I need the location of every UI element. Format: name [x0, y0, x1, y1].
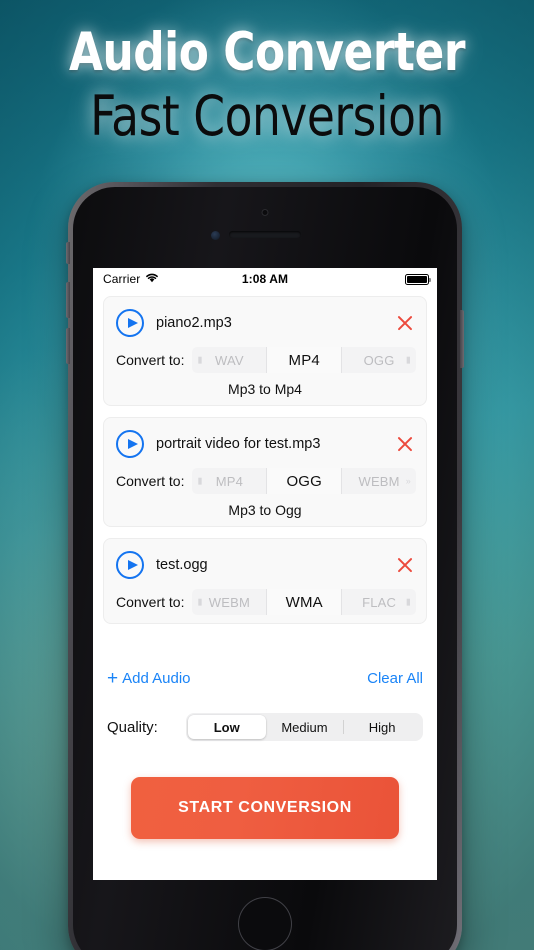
list-actions: + Add Audio Clear All	[93, 660, 437, 693]
file-name-label: portrait video for test.mp3	[156, 436, 321, 452]
format-option-left[interactable]: ▮ MP4	[192, 468, 266, 494]
file-card: piano2.mp3 Convert to: ▮ WAV MP4 OGG ▮ M…	[103, 296, 427, 406]
file-card-header: test.ogg	[114, 549, 416, 589]
close-x-icon[interactable]	[396, 435, 414, 453]
format-picker[interactable]: ▮ WAV MP4 OGG ▮	[192, 347, 416, 373]
convert-to-label: Convert to:	[116, 594, 185, 610]
format-option-right-label: WEBM	[358, 473, 400, 489]
close-x-icon[interactable]	[396, 556, 414, 574]
file-name-label: test.ogg	[156, 557, 208, 573]
file-name-label: piano2.mp3	[156, 315, 232, 331]
add-audio-button[interactable]: + Add Audio	[107, 668, 191, 689]
battery-fill	[407, 275, 427, 283]
poster-headline: Audio Converter Fast Conversion	[0, 22, 534, 148]
format-option-right-label: FLAC	[362, 594, 397, 610]
volume-up-button[interactable]	[66, 282, 70, 318]
picker-edge-glyph-right: ▮	[405, 596, 412, 607]
poster-screenshot: Audio Converter Fast Conversion Carrier	[0, 0, 534, 950]
status-bar-right	[405, 273, 431, 285]
format-option-left[interactable]: ▮ WEBM	[192, 589, 266, 615]
quality-option-high[interactable]: High	[343, 715, 421, 739]
quality-label: Quality:	[107, 718, 158, 736]
file-card: test.ogg Convert to: ▮ WEBM WMA FLAC ▮	[103, 538, 427, 624]
format-option-selected-label: MP4	[288, 351, 320, 369]
picker-edge-glyph-left: ▮	[197, 596, 203, 607]
format-option-right[interactable]: FLAC ▮	[342, 589, 416, 615]
power-button[interactable]	[460, 310, 464, 368]
start-conversion-button[interactable]: START CONVERSION	[131, 777, 399, 839]
clear-all-label: Clear All	[367, 670, 423, 687]
convert-to-label: Convert to:	[116, 352, 185, 368]
format-picker[interactable]: ▮ MP4 OGG WEBM »	[192, 468, 416, 494]
battery-icon	[405, 273, 431, 285]
quality-option-high-label: High	[368, 719, 396, 735]
status-bar-clock: 1:08 AM	[241, 272, 289, 286]
headline-secondary: Fast Conversion	[90, 84, 444, 148]
format-option-left[interactable]: ▮ WAV	[192, 347, 266, 373]
convert-row: Convert to: ▮ MP4 OGG WEBM »	[114, 468, 416, 494]
file-card: portrait video for test.mp3 Convert to: …	[103, 417, 427, 527]
format-option-left-label: MP4	[215, 473, 244, 489]
format-option-right-label: OGG	[363, 352, 395, 368]
mute-switch-button[interactable]	[66, 242, 70, 264]
quality-option-low[interactable]: Low	[187, 715, 266, 739]
format-option-selected-label: OGG	[286, 472, 323, 490]
play-circle-icon[interactable]	[116, 309, 144, 337]
quality-segmented-control[interactable]: Low Medium High	[185, 713, 423, 741]
format-option-selected[interactable]: OGG	[266, 468, 343, 494]
start-button-container: START CONVERSION	[93, 741, 437, 839]
convert-to-label: Convert to:	[116, 473, 185, 489]
earpiece-speaker-icon	[229, 231, 301, 238]
home-button[interactable]	[238, 897, 292, 950]
add-audio-label: Add Audio	[122, 670, 191, 687]
format-option-selected[interactable]: MP4	[266, 347, 343, 373]
quality-option-medium-label: Medium	[281, 719, 328, 735]
format-option-right[interactable]: WEBM »	[342, 468, 416, 494]
format-option-selected-label: WMA	[285, 593, 323, 611]
picker-edge-glyph-right: ▮	[405, 354, 412, 365]
convert-row: Convert to: ▮ WAV MP4 OGG ▮	[114, 347, 416, 373]
play-circle-icon[interactable]	[116, 551, 144, 579]
plus-icon: +	[107, 668, 119, 689]
quality-option-medium[interactable]: Medium	[266, 715, 344, 739]
file-list[interactable]: piano2.mp3 Convert to: ▮ WAV MP4 OGG ▮ M…	[93, 290, 437, 660]
picker-edge-glyph-left: ▮	[197, 354, 203, 365]
quality-option-low-label: Low	[213, 719, 240, 735]
phone-device-frame: Carrier 1:08 AM piano2.mp3 Convert to: ▮…	[66, 182, 464, 950]
file-card-header: piano2.mp3	[114, 307, 416, 347]
clear-all-button[interactable]: Clear All	[367, 670, 423, 687]
conversion-summary: Mp3 to Mp4	[228, 381, 302, 397]
quality-row: Quality: Low Medium High	[93, 693, 437, 741]
file-card-header: portrait video for test.mp3	[114, 428, 416, 468]
status-bar: Carrier 1:08 AM	[93, 268, 437, 290]
picker-edge-glyph-right: »	[405, 476, 412, 486]
conversion-summary: Mp3 to Ogg	[228, 502, 302, 518]
headline-primary: Audio Converter	[68, 22, 466, 83]
format-picker[interactable]: ▮ WEBM WMA FLAC ▮	[192, 589, 416, 615]
volume-down-button[interactable]	[66, 328, 70, 364]
convert-row: Convert to: ▮ WEBM WMA FLAC ▮	[114, 589, 416, 615]
picker-edge-glyph-left: ▮	[197, 475, 203, 486]
format-option-selected[interactable]: WMA	[266, 589, 343, 615]
play-circle-icon[interactable]	[116, 430, 144, 458]
close-x-icon[interactable]	[396, 314, 414, 332]
format-option-left-label: WAV	[215, 352, 244, 368]
phone-screen: Carrier 1:08 AM piano2.mp3 Convert to: ▮…	[93, 268, 437, 880]
proximity-sensor-icon	[261, 209, 269, 216]
front-camera-icon	[211, 231, 220, 240]
format-option-right[interactable]: OGG ▮	[342, 347, 416, 373]
format-option-left-label: WEBM	[208, 594, 251, 610]
